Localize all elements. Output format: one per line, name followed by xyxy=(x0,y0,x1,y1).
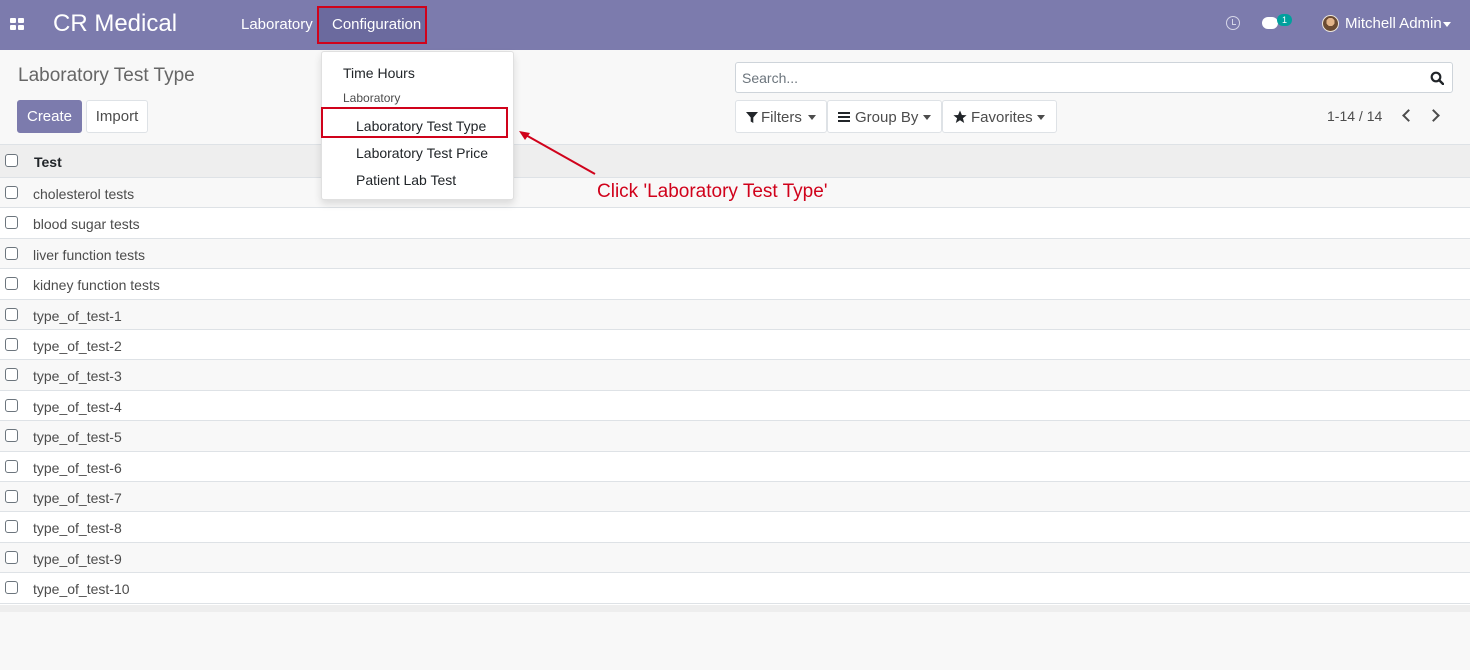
list-table: Test cholesterol tests blood sugar tests l… xyxy=(0,144,1470,612)
row-test-name: type_of_test-4 xyxy=(33,398,122,415)
search-box xyxy=(735,62,1453,93)
caret-down-icon xyxy=(1037,115,1045,120)
grid-icon[interactable] xyxy=(10,18,24,30)
caret-down-icon xyxy=(808,115,816,120)
row-test-name: type_of_test-9 xyxy=(33,550,122,567)
groupby-label: Group By xyxy=(855,109,919,126)
row-test-name: blood sugar tests xyxy=(33,216,140,233)
table-row[interactable]: type_of_test-3 xyxy=(0,360,1470,391)
annotation-arrow xyxy=(519,131,596,175)
clock-icon[interactable] xyxy=(1226,16,1240,30)
annotation-text: Click 'Laboratory Test Type' xyxy=(597,181,828,202)
favorites-label: Favorites xyxy=(971,109,1033,126)
table-row[interactable]: type_of_test-9 xyxy=(0,542,1470,574)
row-checkbox[interactable] xyxy=(5,581,18,595)
dropdown-item-patient-lab-test[interactable]: Patient Lab Test xyxy=(356,172,456,188)
table-row[interactable]: type_of_test-8 xyxy=(0,512,1470,543)
search-input[interactable] xyxy=(742,63,1422,92)
table-row[interactable]: liver function tests xyxy=(0,238,1470,270)
chevron-left-icon[interactable] xyxy=(1402,109,1415,122)
chat-icon[interactable] xyxy=(1262,17,1278,29)
caret-down-icon xyxy=(923,115,931,120)
filters-label: Filters xyxy=(761,109,802,126)
table-row[interactable]: kidney function tests xyxy=(0,269,1470,300)
highlight-configuration xyxy=(317,6,427,44)
row-checkbox[interactable] xyxy=(5,490,18,503)
row-test-name: kidney function tests xyxy=(33,277,160,294)
import-button[interactable]: Import xyxy=(86,100,148,133)
row-test-name: type_of_test-6 xyxy=(33,459,122,476)
row-test-name: type_of_test-10 xyxy=(33,581,130,598)
row-checkbox[interactable] xyxy=(5,307,18,321)
row-checkbox[interactable] xyxy=(5,459,18,473)
row-test-name: type_of_test-1 xyxy=(33,307,122,324)
menu-laboratory[interactable]: Laboratory xyxy=(228,8,326,42)
dropdown-section-header: Laboratory xyxy=(343,91,401,105)
list-icon xyxy=(838,112,850,122)
pager-value[interactable]: 1-14 / 14 xyxy=(1327,108,1382,124)
groupby-button[interactable]: Group By xyxy=(827,100,942,133)
row-test-name: type_of_test-5 xyxy=(33,429,122,446)
row-checkbox[interactable] xyxy=(5,277,18,291)
row-checkbox[interactable] xyxy=(5,216,18,230)
row-checkbox[interactable] xyxy=(5,246,18,260)
row-checkbox[interactable] xyxy=(5,338,18,351)
row-test-name: type_of_test-7 xyxy=(33,490,122,506)
favorites-button[interactable]: Favorites xyxy=(942,100,1057,133)
row-checkbox[interactable] xyxy=(5,368,18,382)
table-row[interactable]: type_of_test-4 xyxy=(0,391,1470,422)
row-test-name: type_of_test-2 xyxy=(33,338,122,354)
chevron-down-icon xyxy=(1443,22,1451,27)
search-icon[interactable] xyxy=(1430,71,1444,85)
avatar[interactable] xyxy=(1322,15,1339,32)
dropdown-item-time-hours[interactable]: Time Hours xyxy=(343,65,415,81)
table-header: Test xyxy=(0,144,1470,178)
row-test-name: cholesterol tests xyxy=(33,186,135,202)
dropdown-item-laboratory-test-price[interactable]: Laboratory Test Price xyxy=(356,145,488,161)
row-test-name: liver function tests xyxy=(33,246,146,263)
table-footer xyxy=(0,605,1470,612)
chevron-right-icon[interactable] xyxy=(1427,109,1440,122)
table-row[interactable]: blood sugar tests xyxy=(0,208,1470,239)
app-brand[interactable]: CR Medical xyxy=(53,10,177,38)
highlight-test-type xyxy=(321,107,508,138)
row-checkbox[interactable] xyxy=(5,398,18,412)
page-title: Laboratory Test Type xyxy=(18,65,195,86)
top-navbar: CR Medical Laboratory Configuration 1 Mi… xyxy=(0,0,1470,50)
filters-button[interactable]: Filters xyxy=(735,100,827,133)
filter-icon xyxy=(746,112,758,123)
row-checkbox[interactable] xyxy=(5,186,18,199)
create-button[interactable]: Create xyxy=(17,100,82,133)
table-row[interactable]: type_of_test-7 xyxy=(0,482,1470,513)
table-row[interactable]: type_of_test-10 xyxy=(0,573,1470,604)
table-row[interactable]: type_of_test-2 xyxy=(0,330,1470,361)
star-icon xyxy=(953,110,967,123)
select-all-checkbox[interactable] xyxy=(5,154,18,167)
row-checkbox[interactable] xyxy=(5,520,18,534)
user-menu[interactable]: Mitchell Admin xyxy=(1345,15,1442,32)
table-row[interactable]: type_of_test-1 xyxy=(0,299,1470,330)
column-header-test[interactable]: Test xyxy=(34,154,62,170)
table-row[interactable]: type_of_test-6 xyxy=(0,452,1470,482)
row-checkbox[interactable] xyxy=(5,550,18,564)
row-checkbox[interactable] xyxy=(5,429,18,443)
chat-badge: 1 xyxy=(1277,14,1292,26)
table-row[interactable]: type_of_test-5 xyxy=(0,421,1470,452)
row-test-name: type_of_test-8 xyxy=(33,520,122,537)
row-test-name: type_of_test-3 xyxy=(33,368,122,385)
